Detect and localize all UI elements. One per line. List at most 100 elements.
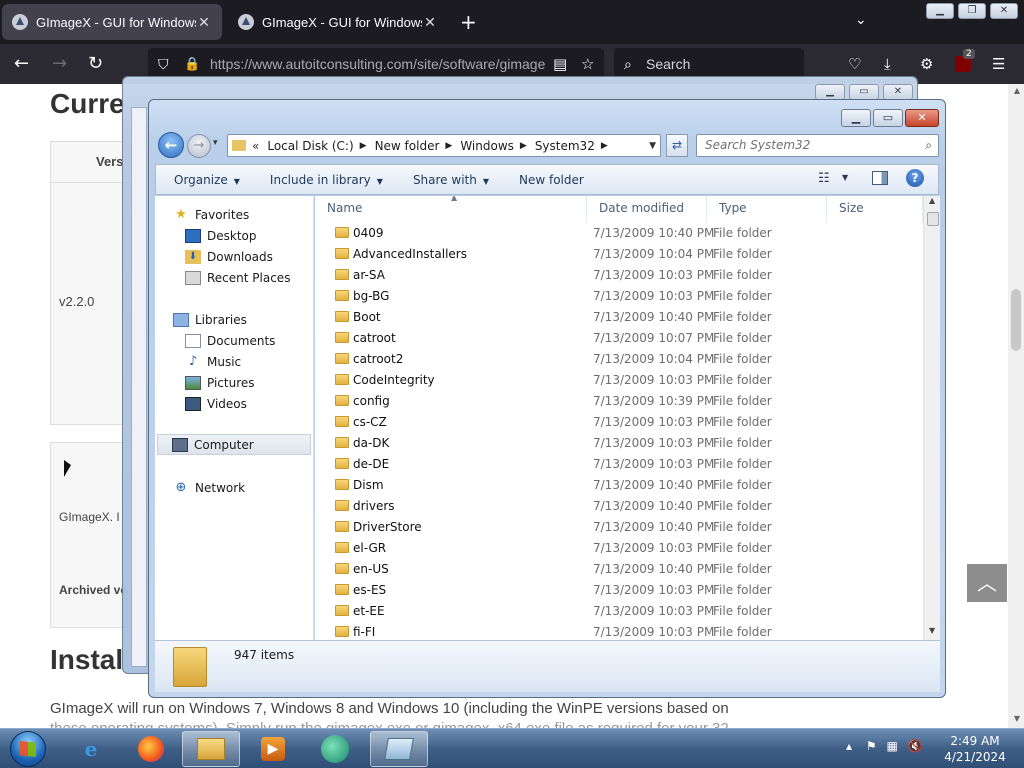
- bg-minimize-button[interactable]: ▁: [815, 84, 845, 100]
- table-row[interactable]: fi-FI 7/13/2009 10:03 PM File folder: [315, 622, 925, 640]
- column-header-date-modified[interactable]: Date modified: [587, 196, 707, 222]
- organize-button[interactable]: Organize ▼: [174, 173, 240, 187]
- nav-computer[interactable]: Computer: [157, 434, 311, 455]
- share-with-button[interactable]: Share with ▼: [413, 173, 489, 187]
- table-row[interactable]: DriverStore 7/13/2009 10:40 PM File folder: [315, 517, 925, 538]
- nav-downloads[interactable]: ⬇ Downloads: [185, 250, 273, 264]
- browser-tab-1[interactable]: GImageX - GUI for Windows Im ✕: [2, 4, 222, 40]
- table-row[interactable]: cs-CZ 7/13/2009 10:03 PM File folder: [315, 412, 925, 433]
- table-row[interactable]: Dism 7/13/2009 10:40 PM File folder: [315, 475, 925, 496]
- breadcrumb-arrow-icon[interactable]: ▶: [360, 141, 367, 151]
- table-row[interactable]: CodeIntegrity 7/13/2009 10:03 PM File fold…: [315, 370, 925, 391]
- media-player-icon[interactable]: ▶: [244, 731, 302, 767]
- gimagex-window-icon[interactable]: [370, 731, 428, 767]
- nav-videos[interactable]: Videos: [185, 397, 247, 411]
- search-icon[interactable]: ⌕: [925, 135, 932, 156]
- column-header-size[interactable]: Size: [827, 196, 923, 222]
- table-row[interactable]: el-GR 7/13/2009 10:03 PM File folder: [315, 538, 925, 559]
- restore-browser-button[interactable]: ❐: [958, 3, 986, 19]
- nav-recent-places[interactable]: Recent Places: [185, 271, 290, 285]
- bg-close-button[interactable]: ✕: [883, 84, 913, 100]
- nav-documents[interactable]: Documents: [185, 334, 275, 348]
- list-all-tabs-chevron-icon[interactable]: ⌄: [855, 12, 867, 28]
- system-tray[interactable]: ▴ ⚑ ▦ 🔇: [846, 739, 923, 753]
- breadcrumb-arrow-icon[interactable]: ▶: [520, 141, 527, 151]
- forward-arrow-icon[interactable]: →: [52, 54, 67, 74]
- page-scroll-thumb[interactable]: [1011, 289, 1021, 351]
- page-scrollbar[interactable]: ▲ ▼: [1008, 84, 1024, 729]
- volume-muted-icon[interactable]: 🔇: [908, 739, 923, 753]
- table-row[interactable]: de-DE 7/13/2009 10:03 PM File folder: [315, 454, 925, 475]
- back-to-top-chevron-icon[interactable]: ︿: [967, 564, 1007, 602]
- back-arrow-icon[interactable]: ←: [158, 132, 184, 158]
- table-row[interactable]: catroot2 7/13/2009 10:04 PM File folder: [315, 349, 925, 370]
- table-row[interactable]: AdvancedInstallers 7/13/2009 10:04 PM File…: [315, 244, 925, 265]
- browser-tab-2[interactable]: GImageX - GUI for Windows Im ✕: [228, 4, 448, 40]
- new-folder-button[interactable]: New folder: [519, 173, 584, 187]
- internet-explorer-icon[interactable]: e: [62, 731, 120, 767]
- bg-maximize-button[interactable]: ▭: [849, 84, 879, 100]
- table-row[interactable]: catroot 7/13/2009 10:07 PM File folder: [315, 328, 925, 349]
- table-row[interactable]: et-EE 7/13/2009 10:03 PM File folder: [315, 601, 925, 622]
- network-tray-icon[interactable]: ▦: [886, 739, 897, 753]
- recent-pages-dropdown-icon[interactable]: ▾: [213, 138, 218, 148]
- breadcrumb-system32[interactable]: System32: [535, 139, 595, 153]
- nav-music[interactable]: ♪ Music: [185, 355, 241, 370]
- nav-libraries[interactable]: Libraries: [173, 313, 247, 327]
- clock[interactable]: 2:49 AM 4/21/2024: [940, 733, 1010, 765]
- table-row[interactable]: da-DK 7/13/2009 10:03 PM File folder: [315, 433, 925, 454]
- breadcrumb-local-disk[interactable]: Local Disk (C:): [267, 139, 353, 153]
- preview-pane-icon[interactable]: [872, 171, 888, 185]
- reload-icon[interactable]: ↻: [88, 54, 103, 74]
- back-arrow-icon[interactable]: ←: [14, 54, 29, 74]
- menu-hamburger-icon[interactable]: ☰: [992, 54, 1005, 74]
- search-input[interactable]: Search System32 ⌕: [696, 134, 939, 157]
- windows-explorer-icon[interactable]: [182, 731, 240, 767]
- breadcrumb-arrow-icon[interactable]: ▶: [445, 141, 452, 151]
- action-center-flag-icon[interactable]: ⚑: [866, 739, 877, 753]
- table-row[interactable]: Boot 7/13/2009 10:40 PM File folder: [315, 307, 925, 328]
- address-dropdown-icon[interactable]: ▼: [649, 141, 656, 151]
- scroll-down-arrow-icon[interactable]: ▼: [929, 626, 935, 635]
- include-in-library-button[interactable]: Include in library ▼: [270, 173, 383, 187]
- reader-view-icon[interactable]: ▤: [553, 54, 567, 74]
- table-row[interactable]: ar-SA 7/13/2009 10:03 PM File folder: [315, 265, 925, 286]
- double-chevron-icon[interactable]: «: [252, 139, 259, 153]
- downloads-icon[interactable]: ⤓: [884, 54, 891, 74]
- column-header-name[interactable]: Name ▲: [315, 196, 587, 222]
- change-view-icon[interactable]: ☷: [818, 171, 830, 186]
- extensions-icon[interactable]: ⚙: [920, 54, 933, 74]
- close-button[interactable]: ✕: [905, 109, 939, 127]
- refresh-icon[interactable]: ⇄: [666, 134, 688, 157]
- forward-arrow-icon[interactable]: →: [187, 134, 211, 158]
- nav-favorites[interactable]: ★ Favorites: [173, 208, 249, 223]
- new-tab-plus-icon[interactable]: +: [460, 10, 477, 34]
- table-row[interactable]: 0409 7/13/2009 10:40 PM File folder: [315, 223, 925, 244]
- column-header-type[interactable]: Type: [707, 196, 827, 222]
- file-list-scrollbar[interactable]: ▲ ▼: [923, 196, 940, 640]
- close-tab-icon[interactable]: ✕: [422, 14, 438, 31]
- minimize-button[interactable]: ▁: [841, 109, 871, 127]
- view-options-dropdown-icon[interactable]: ▼: [842, 173, 848, 182]
- maximize-button[interactable]: ▭: [873, 109, 903, 127]
- nav-desktop[interactable]: Desktop: [185, 229, 257, 243]
- breadcrumb-windows[interactable]: Windows: [460, 139, 514, 153]
- scroll-up-arrow-icon[interactable]: ▲: [929, 196, 935, 205]
- start-button[interactable]: [10, 731, 46, 767]
- table-row[interactable]: drivers 7/13/2009 10:40 PM File folder: [315, 496, 925, 517]
- gimagex-app-icon[interactable]: [306, 731, 364, 767]
- nav-network[interactable]: ⊕ Network: [173, 481, 246, 496]
- firefox-icon[interactable]: [122, 731, 180, 767]
- table-row[interactable]: bg-BG 7/13/2009 10:03 PM File folder: [315, 286, 925, 307]
- nav-pictures[interactable]: Pictures: [185, 376, 255, 390]
- scroll-up-arrow-icon[interactable]: ▲: [1014, 86, 1020, 95]
- breadcrumb-new-folder[interactable]: New folder: [375, 139, 440, 153]
- close-tab-icon[interactable]: ✕: [196, 14, 212, 31]
- show-hidden-icons-icon[interactable]: ▴: [846, 739, 852, 753]
- table-row[interactable]: es-ES 7/13/2009 10:03 PM File folder: [315, 580, 925, 601]
- row-gimagex-link[interactable]: GImageX. I: [59, 510, 120, 524]
- table-row[interactable]: config 7/13/2009 10:39 PM File folder: [315, 391, 925, 412]
- minimize-browser-button[interactable]: ▁: [926, 3, 954, 19]
- close-browser-button[interactable]: ✕: [990, 3, 1018, 19]
- pocket-icon[interactable]: ♡: [848, 54, 861, 74]
